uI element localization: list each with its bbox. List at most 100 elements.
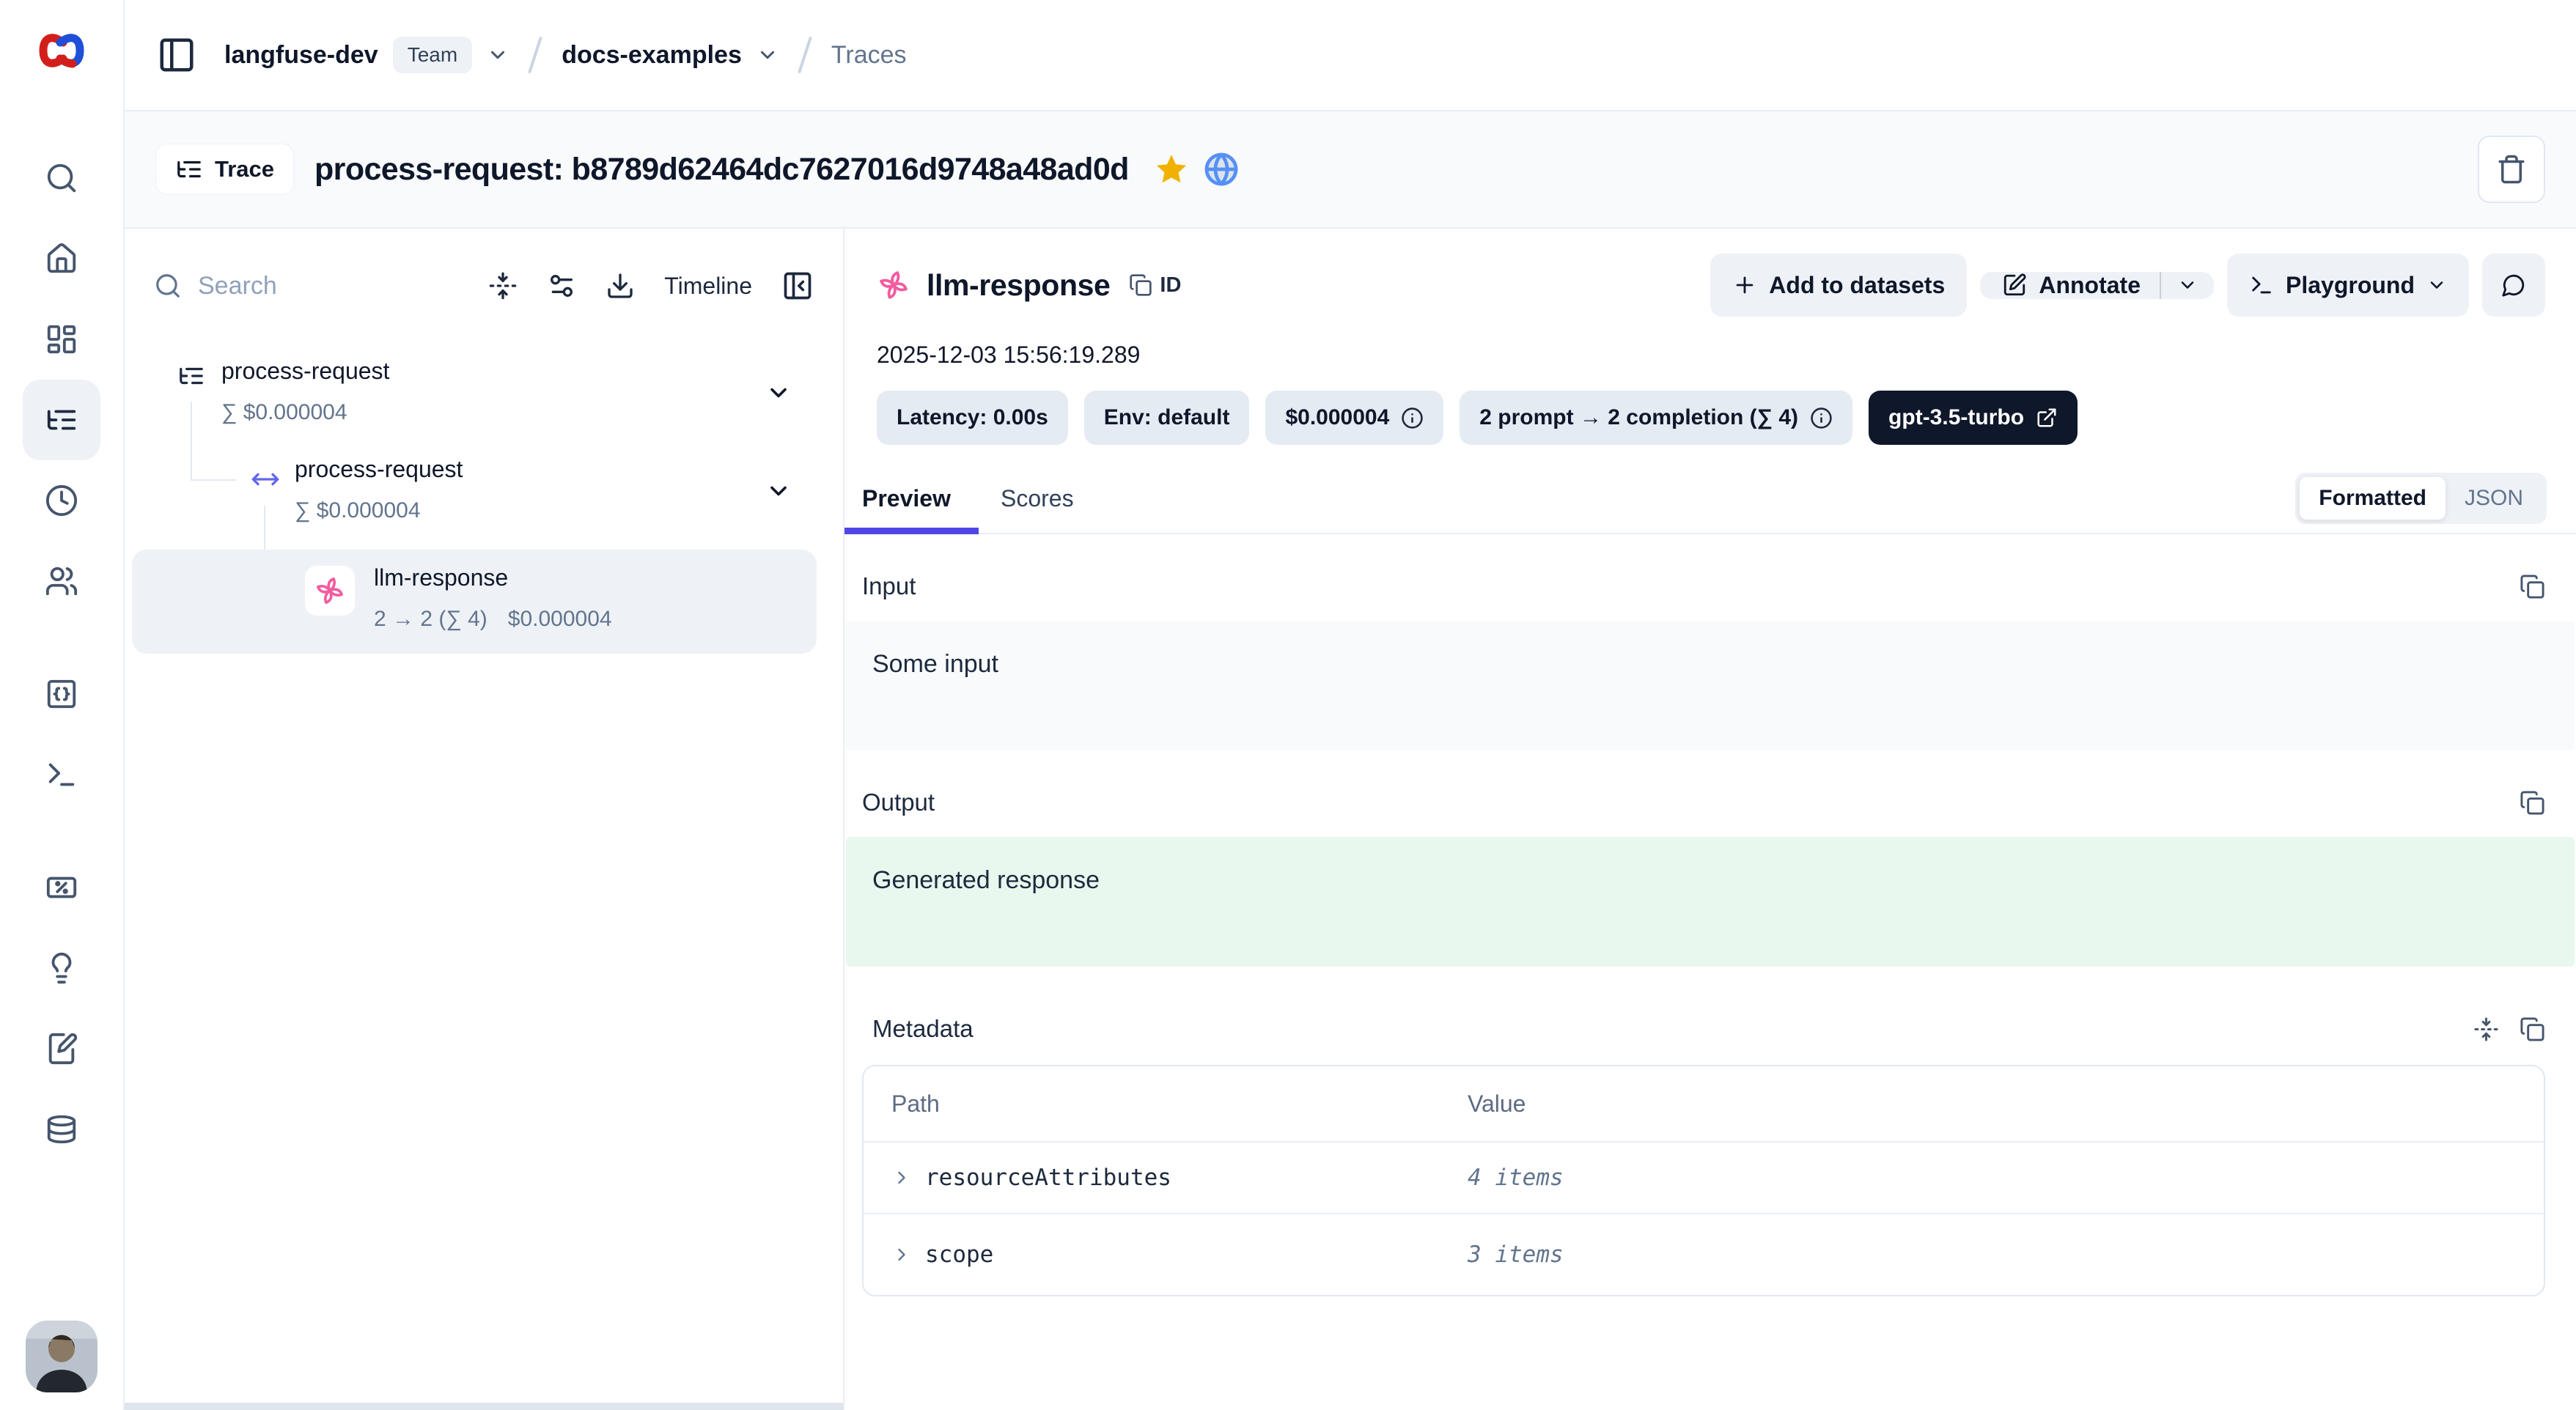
nav-insights-icon[interactable] bbox=[23, 928, 100, 1008]
cost-badge: $0.000004 bbox=[1265, 391, 1443, 445]
metadata-row-scope[interactable]: scope 3 items bbox=[864, 1213, 2544, 1295]
tree-connector bbox=[191, 402, 192, 481]
download-icon[interactable] bbox=[606, 271, 635, 300]
input-actions bbox=[2520, 574, 2545, 599]
collapse-panel-icon[interactable] bbox=[781, 270, 814, 302]
trace-header: Trace process-request: b8789d62464dc7627… bbox=[125, 110, 2576, 229]
tree-node-metrics: 2 → 2 (∑ 4) $0.000004 bbox=[374, 607, 612, 632]
nav-home-icon[interactable] bbox=[23, 218, 100, 299]
comment-bubble-icon bbox=[2501, 273, 2526, 298]
trace-title: process-request: b8789d62464dc7627016d97… bbox=[314, 152, 1129, 188]
model-badge[interactable]: gpt-3.5-turbo bbox=[1869, 391, 2078, 445]
info-icon[interactable] bbox=[1401, 407, 1424, 429]
list-tree-icon bbox=[175, 155, 203, 183]
metadata-path: scope bbox=[925, 1241, 993, 1268]
observation-timestamp: 2025-12-03 15:56:19.289 bbox=[844, 342, 2576, 369]
nav-tracing-icon[interactable] bbox=[23, 380, 100, 460]
tree-search[interactable] bbox=[154, 271, 459, 301]
annotate-dropdown-button[interactable] bbox=[2161, 272, 2214, 299]
public-globe-icon[interactable] bbox=[1204, 152, 1239, 187]
tab-preview[interactable]: Preview bbox=[844, 485, 979, 533]
observation-actions: Add to datasets Annotate bbox=[1710, 254, 2545, 317]
langfuse-logo-icon[interactable] bbox=[23, 12, 100, 89]
square-pen-icon bbox=[2002, 273, 2027, 298]
chevron-right-icon bbox=[891, 1167, 912, 1188]
column-value: Value bbox=[1468, 1090, 2544, 1118]
nav-annotations-icon[interactable] bbox=[23, 1008, 100, 1089]
observation-badges: Latency: 0.00s Env: default $0.000004 2 … bbox=[844, 391, 2576, 445]
add-to-datasets-label: Add to datasets bbox=[1769, 272, 1945, 299]
nav-sessions-icon[interactable] bbox=[23, 460, 100, 541]
copy-id-button[interactable]: ID bbox=[1129, 273, 1181, 298]
span-arrows-icon bbox=[251, 465, 280, 494]
comments-button[interactable] bbox=[2482, 254, 2545, 317]
output-title: Output bbox=[862, 789, 935, 816]
copy-icon[interactable] bbox=[2520, 574, 2545, 599]
breadcrumb-separator bbox=[528, 37, 542, 74]
generation-sparkle-icon bbox=[877, 268, 910, 302]
project-selector[interactable]: docs-examples bbox=[562, 41, 779, 70]
nav-users-icon[interactable] bbox=[23, 541, 100, 621]
org-name: langfuse-dev bbox=[224, 41, 378, 70]
detail-tabs: Preview Scores Formatted JSON bbox=[844, 473, 2576, 534]
tree-node-label: process-request bbox=[221, 358, 389, 385]
nav-group-main bbox=[23, 89, 100, 621]
tree-node-label: llm-response bbox=[374, 564, 508, 591]
annotate-button[interactable]: Annotate bbox=[1980, 272, 2160, 299]
breadcrumb-section[interactable]: Traces bbox=[831, 41, 907, 70]
fold-vertical-icon[interactable] bbox=[488, 271, 518, 300]
chevron-down-icon bbox=[757, 44, 779, 66]
sidebar-toggle-icon[interactable] bbox=[157, 35, 196, 75]
copy-icon[interactable] bbox=[2520, 1016, 2545, 1042]
main-column: langfuse-dev Team docs-examples Traces T… bbox=[125, 0, 2576, 1410]
chevron-down-icon[interactable] bbox=[765, 478, 792, 504]
input-section-header: Input bbox=[844, 572, 2576, 600]
metadata-table: Path Value resourceAttributes 4 items bbox=[862, 1065, 2545, 1296]
toggle-formatted[interactable]: Formatted bbox=[2300, 477, 2446, 520]
user-avatar[interactable] bbox=[26, 1321, 97, 1392]
tab-scores[interactable]: Scores bbox=[979, 485, 1096, 533]
chevron-down-icon[interactable] bbox=[765, 380, 792, 406]
horizontal-scrollbar[interactable] bbox=[125, 1403, 843, 1410]
id-label: ID bbox=[1160, 273, 1181, 298]
breadcrumb: langfuse-dev Team docs-examples Traces bbox=[125, 0, 2576, 110]
nav-rail bbox=[0, 0, 125, 1410]
breadcrumb-separator bbox=[798, 37, 812, 74]
info-icon[interactable] bbox=[1810, 407, 1833, 429]
timeline-toggle[interactable]: Timeline bbox=[664, 273, 752, 300]
nav-prompts-icon[interactable] bbox=[23, 654, 100, 734]
nav-playground-icon[interactable] bbox=[23, 734, 100, 815]
playground-button[interactable]: Playground bbox=[2227, 254, 2469, 317]
toggle-json[interactable]: JSON bbox=[2446, 477, 2542, 520]
tree-node-tokens: 2 → 2 (∑ 4) bbox=[374, 607, 487, 631]
latency-badge: Latency: 0.00s bbox=[877, 391, 1068, 445]
view-settings-icon[interactable] bbox=[547, 271, 576, 300]
metadata-title: Metadata bbox=[862, 1015, 974, 1043]
input-title: Input bbox=[862, 572, 916, 600]
metadata-row-resourceAttributes[interactable]: resourceAttributes 4 items bbox=[864, 1141, 2544, 1213]
nav-datasets-icon[interactable] bbox=[23, 1089, 100, 1170]
annotate-split-button: Annotate bbox=[1980, 272, 2214, 299]
metadata-actions bbox=[2473, 1016, 2545, 1042]
app-root: langfuse-dev Team docs-examples Traces T… bbox=[0, 0, 2576, 1410]
trace-chip-label: Trace bbox=[215, 156, 274, 182]
input-content: Some input bbox=[846, 621, 2575, 750]
generation-sparkle-icon bbox=[305, 566, 355, 616]
nav-dashboards-icon[interactable] bbox=[23, 299, 100, 380]
tree-node-cost: ∑ $0.000004 bbox=[295, 498, 421, 523]
org-plan-badge: Team bbox=[393, 37, 472, 73]
add-to-datasets-button[interactable]: Add to datasets bbox=[1710, 254, 1967, 317]
delete-trace-button[interactable] bbox=[2478, 136, 2545, 203]
expand-vertical-icon[interactable] bbox=[2473, 1016, 2499, 1042]
bookmark-star-icon[interactable] bbox=[1154, 152, 1189, 187]
plus-icon bbox=[1732, 273, 1757, 298]
observation-title: llm-response bbox=[927, 268, 1110, 303]
nav-evaluation-icon[interactable] bbox=[23, 847, 100, 928]
tree-search-input[interactable] bbox=[196, 271, 387, 301]
org-selector[interactable]: langfuse-dev Team bbox=[224, 37, 509, 73]
nav-search-icon[interactable] bbox=[23, 138, 100, 218]
tree-node-cost: $0.000004 bbox=[508, 607, 612, 631]
copy-icon[interactable] bbox=[2520, 790, 2545, 816]
view-format-toggle: Formatted JSON bbox=[2295, 473, 2547, 524]
metadata-value: 3 items bbox=[1468, 1241, 2544, 1268]
